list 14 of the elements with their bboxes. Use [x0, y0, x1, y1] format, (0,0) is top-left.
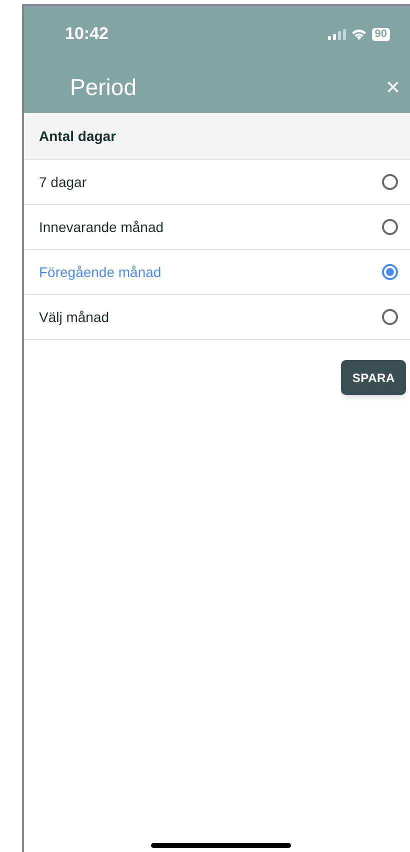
radio-button[interactable]: [382, 309, 398, 325]
save-button[interactable]: SPARA: [341, 360, 406, 395]
radio-button[interactable]: [382, 264, 398, 280]
radio-button[interactable]: [382, 219, 398, 235]
signal-icon: [328, 28, 346, 40]
dialog-title: Period: [70, 73, 136, 102]
status-time: 10:42: [65, 23, 108, 46]
period-option[interactable]: Välj månad: [24, 295, 410, 340]
wifi-icon: [350, 28, 367, 40]
period-option[interactable]: Innevarande månad: [24, 205, 410, 250]
period-option[interactable]: 7 dagar: [24, 160, 410, 205]
section-title: Antal dagar: [39, 126, 116, 146]
radio-button[interactable]: [382, 174, 398, 190]
battery-indicator: 90: [372, 28, 390, 40]
